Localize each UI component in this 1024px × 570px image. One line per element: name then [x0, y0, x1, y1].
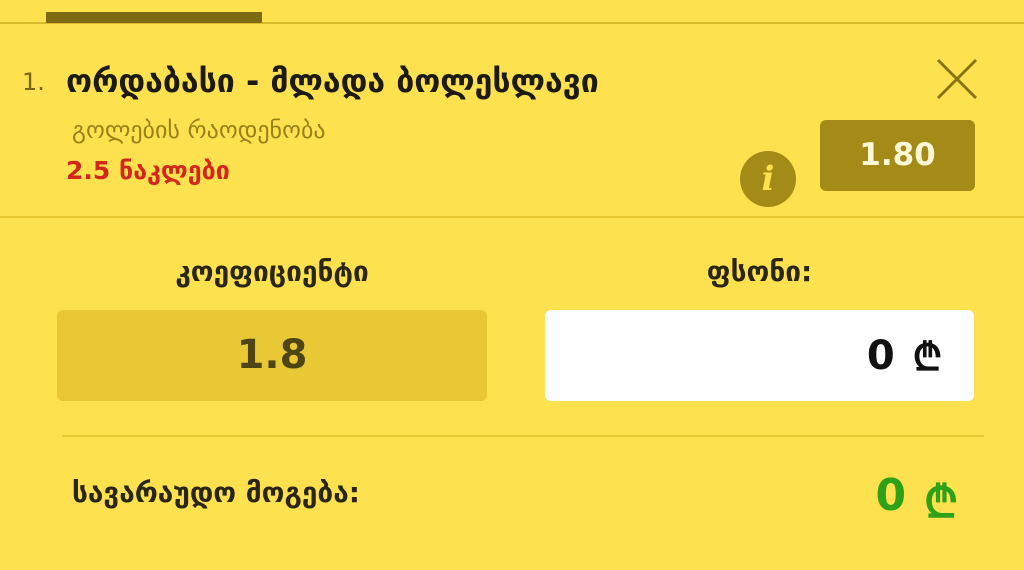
- info-button[interactable]: i: [740, 151, 796, 207]
- stake-value: 0: [866, 332, 895, 379]
- divider: [0, 216, 1024, 218]
- potential-win-value: 0 ₾: [875, 470, 958, 530]
- stake-input[interactable]: 0 ₾: [545, 310, 974, 401]
- bet-slip-event: 1. ორდაბასი - მლადა ბოლესლავი გოლების რა…: [0, 24, 1024, 216]
- stake-label: ფსონი:: [706, 255, 813, 288]
- market-name: გოლების რაოდენობა: [72, 116, 326, 144]
- coefficient-label: კოეფიციენტი: [175, 255, 369, 288]
- lari-currency-icon: ₾: [924, 477, 958, 528]
- event-index: 1.: [22, 68, 45, 96]
- active-tab-indicator: [46, 12, 262, 23]
- odd-badge[interactable]: 1.80: [820, 120, 975, 191]
- event-title: ორდაბასი - მლადა ბოლესლავი: [66, 62, 599, 100]
- potential-win-label: სავარაუდო მოგება:: [72, 476, 360, 509]
- divider: [62, 435, 984, 437]
- tab-bar: [0, 0, 1024, 24]
- info-icon: i: [761, 159, 775, 199]
- lari-currency-icon: ₾: [912, 334, 942, 379]
- selection-label: 2.5 ნაკლები: [66, 156, 230, 185]
- potential-win-amount: 0: [875, 470, 907, 521]
- coefficient-value: 1.8: [57, 310, 487, 401]
- remove-bet-button[interactable]: [930, 52, 984, 106]
- close-icon: [936, 58, 978, 100]
